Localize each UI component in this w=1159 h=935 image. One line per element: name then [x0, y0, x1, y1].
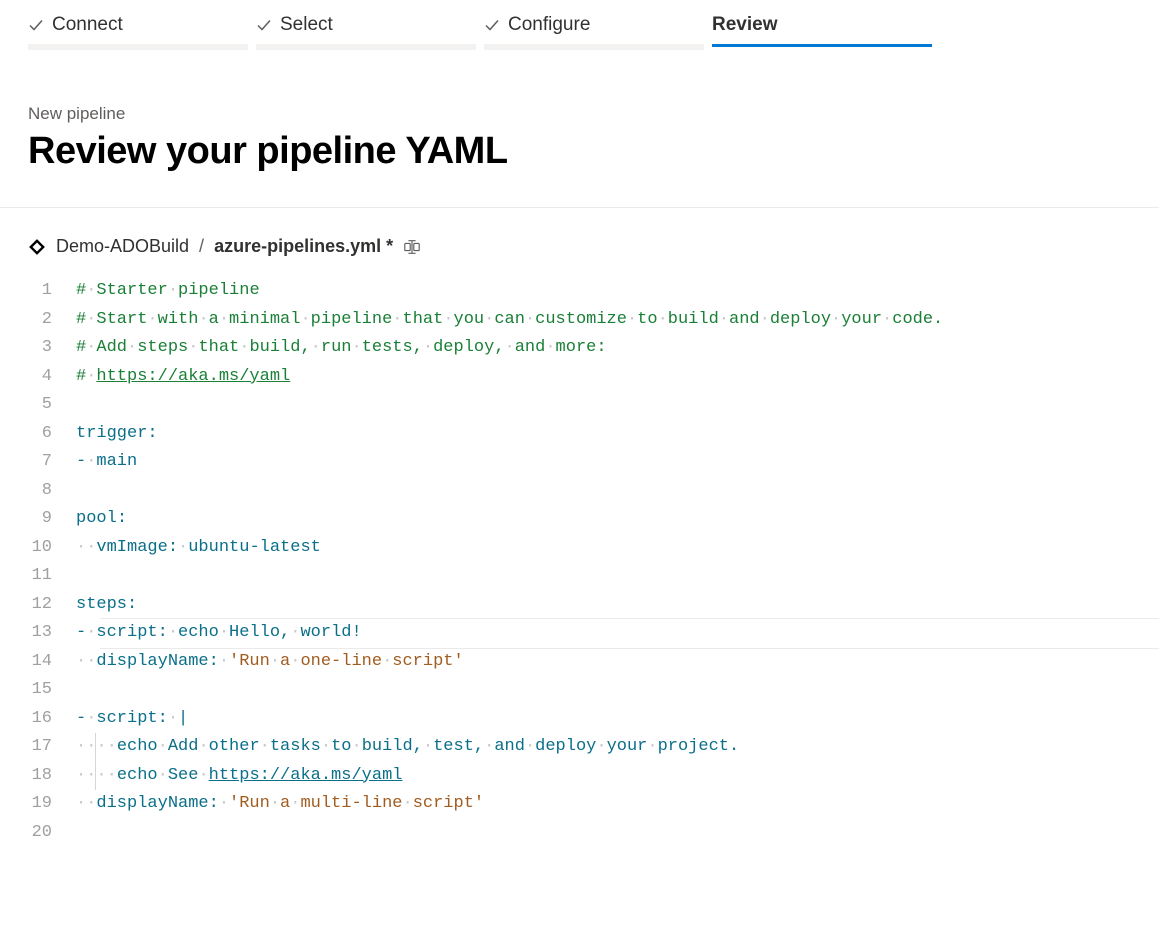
line-number: 18	[28, 762, 76, 791]
editor-line[interactable]: 7-·main	[28, 448, 1159, 477]
line-content[interactable]	[76, 819, 1159, 848]
editor-line[interactable]: 9pool:	[28, 505, 1159, 534]
step-label: Review	[712, 14, 777, 36]
line-number: 20	[28, 819, 76, 848]
file-path: Demo-ADOBuild / azure-pipelines.yml *	[0, 208, 1159, 277]
page-title: Review your pipeline YAML	[28, 130, 1131, 173]
line-number: 3	[28, 334, 76, 363]
line-content[interactable]: pool:	[76, 505, 1159, 534]
editor-line[interactable]: 3#·Add·steps·that·build,·run·tests,·depl…	[28, 334, 1159, 363]
editor-line[interactable]: 17····echo·Add·other·tasks·to·build,·tes…	[28, 733, 1159, 762]
line-number: 2	[28, 306, 76, 335]
step-connect[interactable]: Connect	[28, 14, 252, 50]
step-configure[interactable]: Configure	[484, 14, 708, 50]
line-content[interactable]	[76, 676, 1159, 705]
line-content[interactable]: -·script:·echo·Hello,·world!	[76, 619, 1159, 648]
page-header: New pipeline Review your pipeline YAML	[0, 50, 1159, 208]
rename-icon[interactable]	[403, 238, 421, 256]
editor-line[interactable]: 14··displayName:·'Run·a·one-line·script'	[28, 648, 1159, 677]
line-number: 7	[28, 448, 76, 477]
line-content[interactable]: ··vmImage:·ubuntu-latest	[76, 534, 1159, 563]
line-content[interactable]: #·https://aka.ms/yaml	[76, 363, 1159, 392]
line-content[interactable]: ··displayName:·'Run·a·multi-line·script'	[76, 790, 1159, 819]
editor-line[interactable]: 2#·Start·with·a·minimal·pipeline·that·yo…	[28, 306, 1159, 335]
check-icon	[484, 17, 500, 33]
line-number: 11	[28, 562, 76, 591]
line-content[interactable]	[76, 391, 1159, 420]
editor-line[interactable]: 4#·https://aka.ms/yaml	[28, 363, 1159, 392]
line-content[interactable]: #·Start·with·a·minimal·pipeline·that·you…	[76, 306, 1159, 335]
editor-line[interactable]: 10··vmImage:·ubuntu-latest	[28, 534, 1159, 563]
line-content[interactable]: -·main	[76, 448, 1159, 477]
editor-line[interactable]: 1#·Starter·pipeline	[28, 277, 1159, 306]
line-number: 12	[28, 591, 76, 620]
editor-line[interactable]: 16-·script:·|	[28, 705, 1159, 734]
line-number: 8	[28, 477, 76, 506]
line-content[interactable]: ····echo·See·https://aka.ms/yaml	[76, 762, 1159, 791]
line-number: 9	[28, 505, 76, 534]
line-number: 15	[28, 676, 76, 705]
editor-line[interactable]: 5	[28, 391, 1159, 420]
repo-name[interactable]: Demo-ADOBuild	[56, 236, 189, 257]
line-content[interactable]	[76, 562, 1159, 591]
line-number: 16	[28, 705, 76, 734]
check-icon	[256, 17, 272, 33]
line-number: 4	[28, 363, 76, 392]
check-icon	[28, 17, 44, 33]
step-label: Configure	[508, 14, 590, 36]
line-number: 5	[28, 391, 76, 420]
step-select[interactable]: Select	[256, 14, 480, 50]
line-content[interactable]: steps:	[76, 591, 1159, 620]
step-review[interactable]: Review	[712, 14, 936, 50]
editor-line[interactable]: 19··displayName:·'Run·a·multi-line·scrip…	[28, 790, 1159, 819]
step-label: Select	[280, 14, 333, 36]
pipeline-stepper: Connect Select Configure Review	[0, 0, 1159, 50]
line-number: 17	[28, 733, 76, 762]
line-content[interactable]: ··displayName:·'Run·a·one-line·script'	[76, 648, 1159, 677]
line-number: 19	[28, 790, 76, 819]
editor-line[interactable]: 20	[28, 819, 1159, 848]
line-number: 6	[28, 420, 76, 449]
editor-line[interactable]: 6trigger:	[28, 420, 1159, 449]
repo-icon	[28, 238, 46, 256]
editor-line[interactable]: 11	[28, 562, 1159, 591]
step-label: Connect	[52, 14, 123, 36]
editor-line[interactable]: 18····echo·See·https://aka.ms/yaml	[28, 762, 1159, 791]
line-content[interactable]: ····echo·Add·other·tasks·to·build,·test,…	[76, 733, 1159, 762]
editor-line[interactable]: 13-·script:·echo·Hello,·world!	[28, 619, 1159, 648]
line-content[interactable]: -·script:·|	[76, 705, 1159, 734]
yaml-editor[interactable]: 1#·Starter·pipeline2#·Start·with·a·minim…	[0, 277, 1159, 847]
line-number: 13	[28, 619, 76, 648]
line-number: 10	[28, 534, 76, 563]
breadcrumb: New pipeline	[28, 104, 1131, 124]
line-content[interactable]	[76, 477, 1159, 506]
line-content[interactable]: #·Starter·pipeline	[76, 277, 1159, 306]
editor-line[interactable]: 12steps:	[28, 591, 1159, 620]
line-content[interactable]: trigger:	[76, 420, 1159, 449]
path-separator: /	[199, 236, 204, 257]
editor-line[interactable]: 15	[28, 676, 1159, 705]
editor-line[interactable]: 8	[28, 477, 1159, 506]
file-name: azure-pipelines.yml *	[214, 236, 393, 257]
line-number: 1	[28, 277, 76, 306]
line-content[interactable]: #·Add·steps·that·build,·run·tests,·deplo…	[76, 334, 1159, 363]
line-number: 14	[28, 648, 76, 677]
